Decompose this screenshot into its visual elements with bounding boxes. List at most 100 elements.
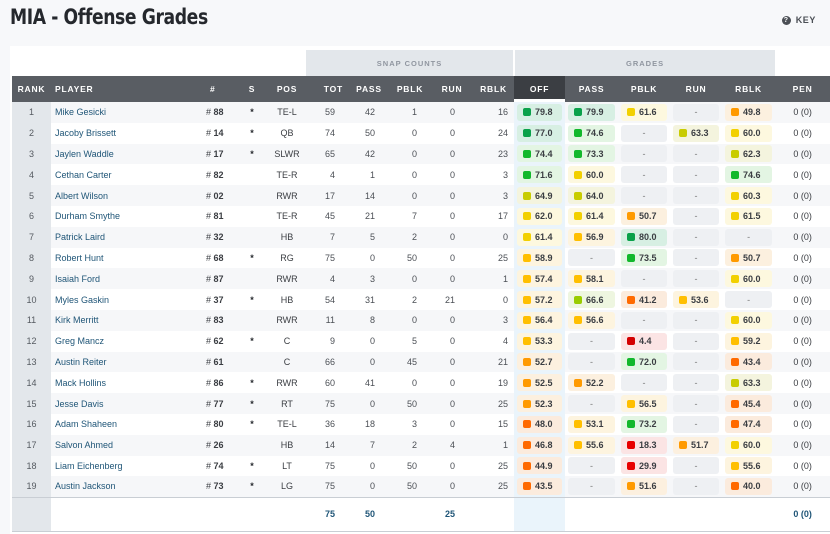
col-header-snap-tot[interactable]: TOT bbox=[306, 76, 349, 102]
grade-pill: 64.0 bbox=[568, 187, 616, 205]
grade-pill: 57.2 bbox=[517, 291, 563, 309]
player-link[interactable]: Albert Wilson bbox=[51, 185, 206, 206]
col-header-snap-pass[interactable]: PASS bbox=[349, 76, 389, 102]
col-header-jersey[interactable]: # bbox=[206, 76, 236, 102]
grade-value: 62.3 bbox=[743, 148, 761, 159]
snap-rblk-cell: 3 bbox=[473, 164, 515, 186]
grade-pill: 45.4 bbox=[725, 395, 773, 413]
grade-pill: 43.5 bbox=[517, 477, 563, 495]
grade-color-icon bbox=[574, 149, 583, 158]
col-header-snap-rblk[interactable]: RBLK bbox=[473, 76, 515, 102]
grade-empty: - bbox=[673, 187, 720, 205]
grade-empty: - bbox=[621, 187, 668, 205]
player-link[interactable]: Austin Jackson bbox=[51, 476, 206, 498]
grade-pill: 74.6 bbox=[725, 166, 773, 184]
position-cell: RWR bbox=[268, 268, 306, 290]
snap-pass-cell: 8 bbox=[349, 309, 389, 331]
position-cell: SLWR bbox=[268, 143, 306, 165]
col-header-snap-pblk[interactable]: PBLK bbox=[389, 76, 431, 102]
snap-pblk-cell: 0 bbox=[389, 268, 431, 290]
grade-empty: - bbox=[568, 457, 616, 475]
grade-color-icon bbox=[523, 420, 532, 429]
col-header-grade-pblk[interactable]: PBLK bbox=[618, 76, 671, 102]
grade-pill: 79.9 bbox=[568, 103, 616, 121]
snap-run-cell: 0 bbox=[431, 351, 473, 373]
col-header-rank[interactable]: RANK bbox=[12, 76, 51, 102]
penalty-cell: 0 (0) bbox=[775, 309, 830, 331]
table-row: 12 Greg Mancz # 62 * C 9 0 5 0 4 53.3 - … bbox=[12, 330, 830, 352]
grade-pill: 55.6 bbox=[568, 436, 616, 454]
player-link[interactable]: Robert Hunt bbox=[51, 247, 206, 269]
grade-color-icon bbox=[627, 420, 636, 429]
col-header-grade-off[interactable]: OFF bbox=[514, 76, 566, 102]
starter-icon: * bbox=[250, 336, 254, 347]
player-link[interactable]: Greg Mancz bbox=[51, 330, 206, 352]
snap-pass-cell: 3 bbox=[349, 268, 389, 290]
grade-color-icon bbox=[523, 295, 532, 304]
rank-cell: 17 bbox=[12, 434, 51, 456]
grade-pill: 61.4 bbox=[517, 228, 563, 246]
grade-pill: 46.8 bbox=[517, 436, 563, 454]
player-link[interactable]: Salvon Ahmed bbox=[51, 434, 206, 456]
player-link[interactable]: Jesse Davis bbox=[51, 393, 206, 414]
grade-pill: 47.4 bbox=[725, 415, 773, 433]
player-link[interactable]: Durham Smythe bbox=[51, 205, 206, 227]
player-link[interactable]: Jaylen Waddle bbox=[51, 143, 206, 165]
grade-run-cell: - bbox=[670, 413, 723, 435]
starter-cell: * bbox=[236, 247, 268, 269]
player-link[interactable]: Myles Gaskin bbox=[51, 289, 206, 310]
grade-empty: - bbox=[673, 228, 720, 246]
col-header-grade-rblk[interactable]: RBLK bbox=[722, 76, 776, 102]
key-button[interactable]: ? KEY bbox=[781, 15, 816, 25]
grade-rblk-cell: 59.2 bbox=[722, 330, 776, 352]
totals-row: 75 50 25 0 (0) bbox=[12, 496, 830, 532]
key-label: KEY bbox=[795, 15, 816, 25]
grade-run-cell: - bbox=[670, 102, 723, 123]
rank-cell: 11 bbox=[12, 309, 51, 331]
snap-pass-cell: 21 bbox=[349, 205, 389, 227]
snap-pass-cell: 14 bbox=[349, 185, 389, 206]
table-row: 18 Liam Eichenberg # 74 * LT 75 0 50 0 2… bbox=[12, 455, 830, 477]
player-link[interactable]: Austin Reiter bbox=[51, 351, 206, 373]
grade-value: 52.7 bbox=[535, 356, 553, 367]
grade-color-icon bbox=[523, 274, 532, 283]
col-header-pos[interactable]: POS bbox=[268, 76, 306, 102]
grade-empty: - bbox=[621, 311, 668, 329]
col-header-starter[interactable]: S bbox=[236, 76, 268, 102]
totals-snap-pblk bbox=[389, 496, 431, 532]
penalty-cell: 0 (0) bbox=[775, 330, 830, 352]
player-link[interactable]: Mack Hollins bbox=[51, 372, 206, 394]
player-link[interactable]: Kirk Merritt bbox=[51, 309, 206, 331]
col-header-grade-pass[interactable]: PASS bbox=[565, 76, 619, 102]
grade-color-icon bbox=[523, 441, 532, 450]
grade-color-icon bbox=[731, 170, 740, 179]
penalty-cell: 0 (0) bbox=[775, 393, 830, 414]
snap-pass-cell: 42 bbox=[349, 143, 389, 165]
col-header-pen[interactable]: PEN bbox=[775, 76, 830, 102]
penalty-cell: 0 (0) bbox=[775, 185, 830, 206]
player-link[interactable]: Adam Shaheen bbox=[51, 413, 206, 435]
col-header-grade-run[interactable]: RUN bbox=[670, 76, 723, 102]
player-link[interactable]: Patrick Laird bbox=[51, 226, 206, 248]
penalty-cell: 0 (0) bbox=[775, 372, 830, 394]
snap-tot-cell: 9 bbox=[306, 330, 349, 352]
jersey-cell: # 88 bbox=[206, 102, 236, 123]
player-link[interactable]: Mike Gesicki bbox=[51, 102, 206, 123]
snap-pass-cell: 0 bbox=[349, 455, 389, 477]
player-link[interactable]: Isaiah Ford bbox=[51, 268, 206, 290]
rank-cell: 15 bbox=[12, 393, 51, 414]
grade-pill: 64.9 bbox=[517, 187, 563, 205]
jersey-number: 80 bbox=[213, 419, 224, 430]
totals-starter-cell bbox=[236, 496, 268, 532]
grade-color-icon bbox=[523, 337, 532, 346]
grade-color-icon bbox=[523, 170, 532, 179]
snap-run-cell: 0 bbox=[431, 185, 473, 206]
player-link[interactable]: Jacoby Brissett bbox=[51, 122, 206, 144]
grade-pill: 60.0 bbox=[725, 311, 773, 329]
player-link[interactable]: Cethan Carter bbox=[51, 164, 206, 186]
grade-value: 60.0 bbox=[743, 273, 761, 284]
grade-empty: - bbox=[621, 124, 668, 142]
player-link[interactable]: Liam Eichenberg bbox=[51, 455, 206, 477]
col-header-snap-run[interactable]: RUN bbox=[431, 76, 473, 102]
col-header-player[interactable]: PLAYER bbox=[51, 76, 206, 102]
